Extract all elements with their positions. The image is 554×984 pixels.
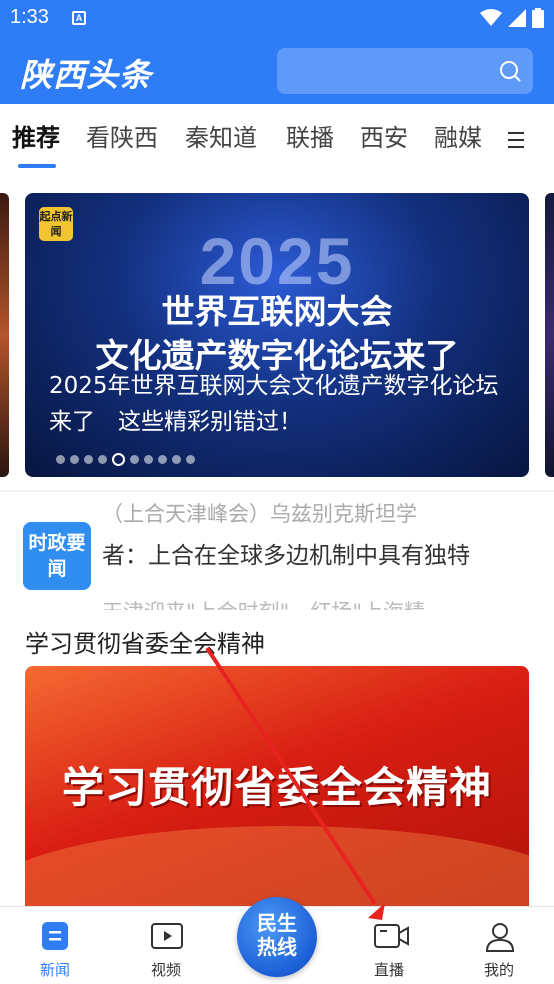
carousel-dot[interactable] (98, 455, 107, 464)
minsheng-hotline-button[interactable]: 民生热线 (237, 897, 317, 977)
carousel-dot[interactable] (130, 455, 139, 464)
carousel-dot[interactable] (84, 455, 93, 464)
status-time: 1:33 (10, 6, 49, 28)
nav-news[interactable]: 新闻 (10, 907, 100, 984)
carousel-dot[interactable] (186, 455, 195, 464)
nav-video-label: 视频 (150, 961, 181, 979)
news-ticker[interactable]: 时政要闻 （上合天津峰会）乌兹别克斯坦学 者：上合在全球多边机制中具有独特 天津… (0, 492, 554, 610)
nav-profile[interactable]: 我的 (454, 907, 544, 984)
battery-icon (532, 8, 544, 28)
promo-text: 学习贯彻省委全会精神 (61, 763, 492, 812)
channel-menu-icon[interactable] (508, 132, 524, 153)
tab-qin-zhidao[interactable]: 秦知道 (185, 118, 257, 153)
carousel-indicator (56, 453, 195, 466)
carousel-dot[interactable] (112, 453, 125, 466)
search-icon[interactable] (499, 60, 521, 82)
tab-lianbo[interactable]: 联播 (286, 118, 334, 153)
ticker-prev-headline: （上合天津峰会）乌兹别克斯坦学 (102, 502, 417, 526)
channel-tabs: 推荐 看陕西 秦知道 联播 西安 融媒 (0, 104, 554, 170)
carousel-banner[interactable]: 起点新闻 2025 世界互联网大会 文化遗产数字化论坛来了 2025年世界互联网… (25, 193, 529, 477)
carousel-dot[interactable] (172, 455, 181, 464)
carousel-dot[interactable] (144, 455, 153, 464)
feature-section: 学习贯彻省委全会精神 学习贯彻省委全会精神 (0, 610, 554, 910)
carousel-dot[interactable] (56, 455, 65, 464)
hotline-label: 民生热线 (257, 911, 297, 959)
banner-caption: 2025年世界互联网大会文化遗产数字化论坛来了 这些精彩别错过！ (49, 373, 499, 435)
banner-headline-1: 世界互联网大会 (161, 292, 393, 331)
app-header: 1:33 A 陕西头条 (0, 0, 554, 104)
live-camera-icon (374, 924, 409, 948)
ticker-badge: 时政要闻 (23, 522, 91, 590)
search-bar[interactable] (277, 48, 533, 94)
ticker-next-headline: 天津迎来"上合时刻" 红场"上海精 (102, 596, 425, 610)
app-logo: 陕西头条 (20, 56, 153, 94)
tab-rongmei[interactable]: 融媒 (434, 118, 482, 153)
news-icon (42, 922, 68, 950)
ticker-headline[interactable]: 者：上合在全球多边机制中具有独特 (102, 536, 470, 570)
nav-live[interactable]: 直播 (344, 907, 434, 984)
nav-video[interactable]: 视频 (121, 907, 211, 984)
carousel-next-slide[interactable] (545, 193, 554, 477)
carousel-dot[interactable] (70, 455, 79, 464)
active-tab-indicator (18, 164, 56, 168)
section-title[interactable]: 学习贯彻省委全会精神 (25, 624, 265, 659)
notification-icon: A (72, 11, 86, 25)
tab-recommend[interactable]: 推荐 (12, 118, 60, 153)
wifi-icon (480, 9, 502, 26)
profile-icon (485, 923, 515, 952)
nav-live-label: 直播 (373, 961, 404, 979)
status-bar: 1:33 A (0, 0, 554, 36)
nav-profile-label: 我的 (483, 961, 514, 979)
tab-kan-shaanxi[interactable]: 看陕西 (86, 118, 158, 153)
carousel-dot[interactable] (158, 455, 167, 464)
nav-news-label: 新闻 (39, 961, 70, 979)
carousel-prev-slide[interactable] (0, 193, 9, 477)
tab-xian[interactable]: 西安 (360, 118, 408, 153)
signal-icon (508, 9, 526, 27)
video-icon (151, 923, 183, 949)
system-icons (480, 8, 544, 28)
promo-banner[interactable]: 学习贯彻省委全会精神 (25, 666, 529, 910)
